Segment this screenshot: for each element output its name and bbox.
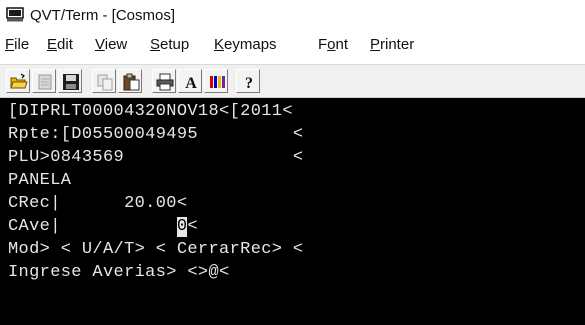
text-cursor: 0 bbox=[176, 217, 188, 237]
terminal-app-icon bbox=[6, 7, 24, 22]
help-button[interactable]: ? bbox=[236, 69, 260, 93]
copy-button[interactable] bbox=[92, 69, 116, 93]
paste-button[interactable] bbox=[118, 69, 142, 93]
colors-icon bbox=[210, 76, 225, 88]
help-icon: ? bbox=[245, 75, 253, 92]
help-glyph: ? bbox=[245, 75, 253, 92]
menu-keymaps[interactable]: Keymaps bbox=[214, 36, 277, 53]
menu-edit[interactable]: Edit bbox=[47, 36, 73, 53]
terminal-line-5: CRec| 20.00< bbox=[8, 194, 188, 213]
copy-icon bbox=[97, 74, 113, 91]
menu-printer[interactable]: Printer bbox=[370, 36, 414, 53]
window-title: QVT/Term - [Cosmos] bbox=[30, 7, 176, 24]
terminal-line-4: PANELA bbox=[8, 171, 72, 190]
terminal-screen[interactable]: [DIPRLT00004320NOV18<[2011< Rpte:[D05500… bbox=[0, 98, 585, 325]
font-button[interactable]: A bbox=[178, 69, 202, 93]
open-folder-icon bbox=[10, 73, 28, 89]
disabled-doc-button[interactable] bbox=[32, 69, 56, 93]
font-icon: A bbox=[185, 75, 197, 92]
terminal-line-1: [DIPRLT00004320NOV18<[2011< bbox=[8, 102, 293, 121]
terminal-line-6: CAve| 0< bbox=[8, 217, 198, 237]
title-bar: QVT/Term - [Cosmos] bbox=[0, 0, 585, 30]
toolbar: A ? bbox=[0, 64, 585, 98]
print-button[interactable] bbox=[152, 69, 176, 93]
terminal-line-8: Ingrese Averias> <>@< bbox=[8, 263, 230, 282]
menu-setup[interactable]: Setup bbox=[150, 36, 189, 53]
open-button[interactable] bbox=[6, 69, 30, 93]
menu-font[interactable]: Font bbox=[318, 36, 348, 53]
terminal-line-3: PLU>0843569 < bbox=[8, 148, 304, 167]
disabled-doc-icon bbox=[38, 74, 52, 90]
terminal-line-7: Mod> < U/A/T> < CerrarRec> < bbox=[8, 240, 304, 259]
menu-file[interactable]: File bbox=[5, 36, 29, 53]
print-icon bbox=[156, 73, 174, 91]
colors-button[interactable] bbox=[204, 69, 228, 93]
menu-view[interactable]: View bbox=[95, 36, 127, 53]
font-glyph: A bbox=[185, 75, 197, 92]
terminal-line-2: Rpte:[D05500049495 < bbox=[8, 125, 304, 144]
menu-bar: File Edit View Setup Keymaps Font Printe… bbox=[0, 34, 585, 60]
save-button[interactable] bbox=[58, 69, 82, 93]
save-icon bbox=[63, 74, 79, 90]
paste-icon bbox=[123, 73, 140, 91]
